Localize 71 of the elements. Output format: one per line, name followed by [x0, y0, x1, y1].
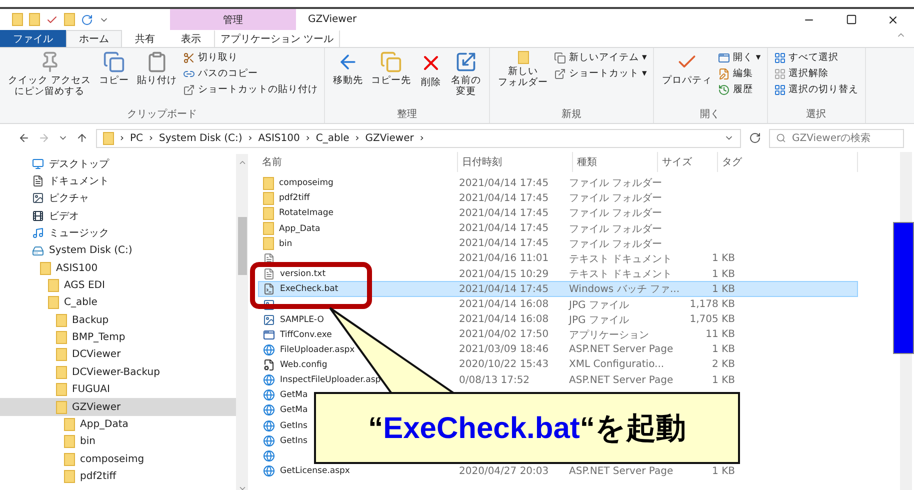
- file-type: Windows バッチ ファ...: [568, 283, 681, 296]
- file-name: GetIns: [280, 420, 308, 431]
- file-date: 2021/04/14 17:45: [458, 192, 550, 204]
- file-name: App_Data: [279, 224, 320, 234]
- breadcrumb-separator: ›: [149, 132, 154, 144]
- file-name: ExeCheck.bat: [280, 284, 338, 294]
- file-name: FileUploader.aspx: [280, 344, 355, 355]
- group-label: 開く: [699, 108, 722, 122]
- breadcrumb-separator: ›: [120, 132, 124, 144]
- file-name: GetIns: [280, 436, 308, 446]
- file-size: 1 KB: [711, 344, 735, 356]
- context-tab-label: 管理: [223, 14, 243, 26]
- file-date: 2020/04/27 20:03: [458, 466, 550, 477]
- file-name: pdf2tiff: [279, 193, 310, 204]
- file-date: 2021/04/14 17:45: [458, 178, 550, 188]
- file-type: ASP.NET Server Page: [568, 344, 674, 356]
- breadcrumb-separator: ›: [306, 132, 310, 144]
- file-type: アプリケーション: [568, 328, 650, 342]
- file-type: ファイル フォルダー: [568, 192, 664, 206]
- file-size: 11 KB: [704, 329, 735, 340]
- file-size: 1 KB: [711, 466, 735, 477]
- file-date: 2021/04/02 17:50: [458, 329, 550, 340]
- file-name: bin: [279, 238, 292, 249]
- window-title: GZViewer: [308, 14, 357, 25]
- group-label: 新規: [560, 108, 582, 122]
- file-name: TiffConv.exe: [280, 330, 332, 340]
- group-label: クリップボード: [126, 108, 198, 122]
- breadcrumb-separator: ›: [355, 132, 360, 144]
- file-size: 1,705 KB: [688, 314, 735, 326]
- callout-text: “ExeCheck.bat“を起動: [368, 410, 686, 446]
- file-date: 0/08/13 17:52: [458, 374, 531, 386]
- file-date: 2021/04/15 10:29: [458, 268, 550, 280]
- file-type: ファイル フォルダー: [568, 177, 664, 190]
- file-name: GetMa: [280, 405, 308, 416]
- file-name: GetLicense.aspx: [280, 466, 350, 476]
- file-size: 1 KB: [711, 253, 735, 264]
- file-name: Web.config: [280, 360, 328, 370]
- file-date: 2021/04/14 16:08: [458, 314, 550, 326]
- file-date: 2021/03/09 18:46: [458, 344, 550, 356]
- file-type: テキスト ドキュメント: [568, 252, 674, 266]
- file-type: JPG ファイル: [568, 314, 630, 327]
- file-size: 2 KB: [711, 359, 735, 370]
- breadcrumb-separator: ›: [420, 132, 424, 144]
- file-type: XML Configuratio...: [568, 359, 666, 370]
- file-date: 2021/04/16 11:01: [458, 253, 550, 264]
- group-label: 整理: [396, 108, 418, 122]
- file-type: ASP.NET Server Page: [568, 374, 674, 386]
- file-size: 1 KB: [711, 268, 735, 280]
- file-name: composeimg: [279, 178, 334, 188]
- file-date: 2021/04/14 17:45: [458, 284, 550, 295]
- file-size: 1 KB: [711, 284, 735, 295]
- breadcrumb-separator: ›: [248, 132, 252, 144]
- file-name: InspectFileUploader.asp: [280, 375, 381, 386]
- group-label: 選択: [805, 108, 828, 122]
- file-date: 2021/04/14 16:08: [458, 299, 550, 310]
- file-date: 2021/04/14 17:45: [458, 223, 550, 234]
- file-type: ASP.NET Server Page: [568, 466, 674, 477]
- file-type: ファイル フォルダー: [568, 238, 664, 251]
- file-size: 1,178 KB: [688, 299, 735, 310]
- file-size: 1 KB: [711, 374, 735, 386]
- file-name: RotateImage: [279, 208, 334, 218]
- file-date: 2021/04/14 17:45: [458, 238, 550, 250]
- file-date: 2021/04/14 17:45: [458, 208, 550, 219]
- file-name: version.txt: [280, 269, 326, 280]
- file-name: GetMa: [280, 390, 308, 400]
- file-type: ファイル フォルダー: [568, 222, 664, 236]
- file-type: テキスト ドキュメント: [568, 268, 674, 282]
- file-type: JPG ファイル: [568, 298, 630, 312]
- file-date: 2020/10/22 15:43: [458, 359, 550, 370]
- file-type: ファイル フォルダー: [568, 207, 664, 220]
- file-name: SAMPLE-O: [280, 314, 324, 325]
